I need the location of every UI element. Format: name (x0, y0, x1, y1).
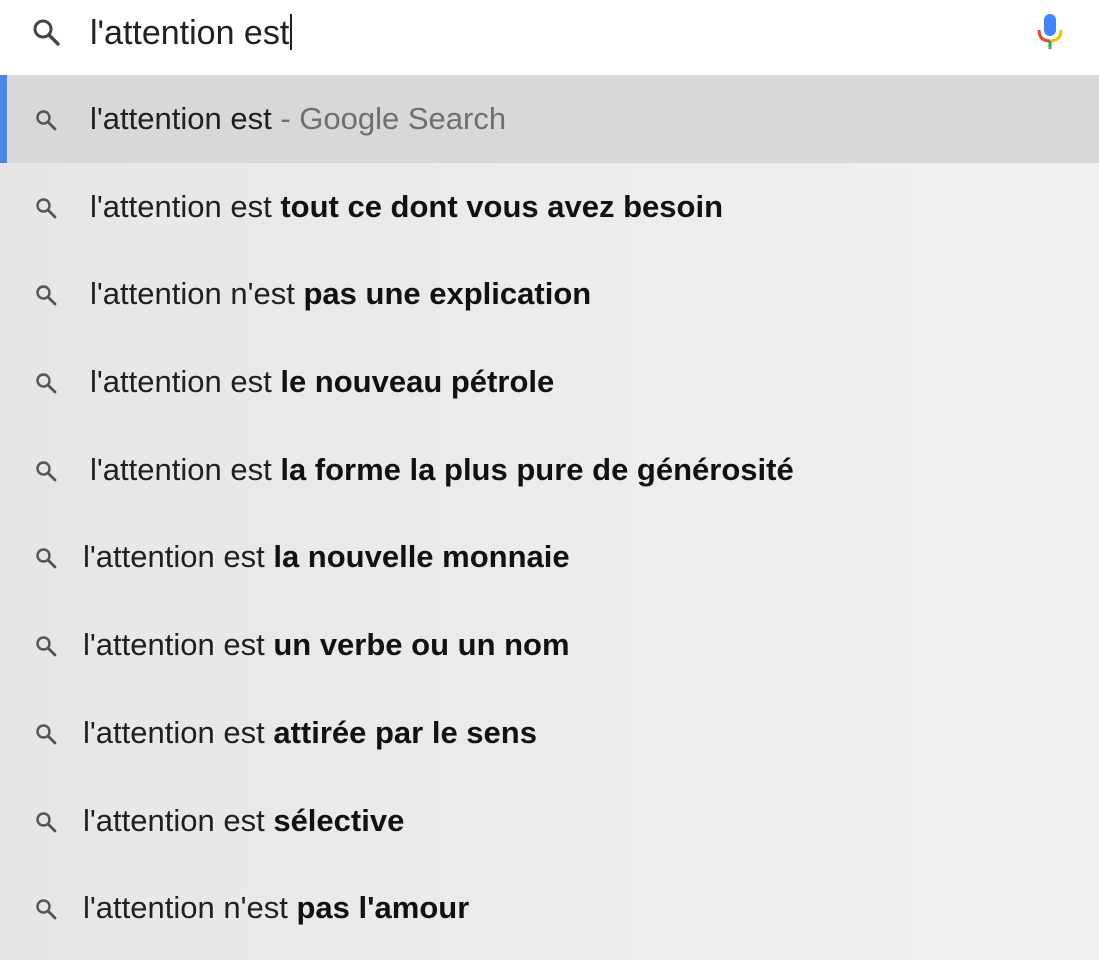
suggestion-item[interactable]: l'attention n'est pas une explication (0, 250, 1099, 338)
suggestion-item[interactable]: l'attention est attirée par le sens (0, 689, 1099, 777)
search-icon (36, 373, 57, 394)
suggestion-text: l'attention n'est pas l'amour (83, 864, 469, 952)
suggestion-text: l'attention est le nouveau pétrole (90, 338, 554, 426)
search-icon[interactable] (31, 17, 61, 47)
suggestion-item[interactable]: l'attention n'est pas l'amour (0, 864, 1099, 952)
suggestion-item[interactable]: l'attention est tout ce dont vous avez b… (0, 163, 1099, 251)
suggestion-suffix: attirée par le sens (273, 714, 537, 750)
suggestion-suffix: pas une explication (303, 276, 592, 312)
suggestion-suffix: - Google Search (280, 101, 507, 136)
suggestion-prefix: l'attention est (90, 364, 272, 400)
suggestion-suffix: un verbe ou un nom (273, 627, 570, 663)
suggestion-prefix: l'attention est (83, 714, 265, 750)
suggestion-item[interactable]: l'attention est le nouveau pétrole (0, 338, 1099, 426)
search-icon (36, 285, 57, 306)
suggestion-prefix: l'attention est (90, 451, 272, 487)
suggestion-item[interactable]: l'attention est sélective (0, 777, 1099, 865)
suggestion-prefix: l'attention est (90, 101, 272, 136)
suggestion-text: l'attention est un verbe ou un nom (83, 601, 570, 689)
suggestion-prefix: l'attention est (83, 539, 265, 575)
search-icon (36, 461, 57, 482)
suggestion-suffix: pas l'amour (296, 890, 470, 926)
suggestion-item[interactable]: l'attention est la nouvelle monnaie (0, 513, 1099, 601)
suggestion-prefix: l'attention est (83, 627, 265, 663)
mic-icon[interactable] (1036, 12, 1064, 52)
search-icon (36, 899, 57, 920)
suggestion-suffix: sélective (273, 802, 405, 838)
suggestion-suffix: le nouveau pétrole (280, 364, 555, 400)
suggestion-prefix: l'attention n'est (90, 276, 295, 312)
suggestion-item[interactable]: l'attention est un verbe ou un nom (0, 601, 1099, 689)
search-input[interactable]: l'attention est (90, 0, 293, 66)
search-icon (36, 197, 57, 219)
suggestion-text: l'attention est attirée par le sens (83, 689, 537, 777)
search-query-text: l'attention est (90, 14, 290, 52)
suggestion-suffix: tout ce dont vous avez besoin (280, 188, 724, 224)
suggestion-text: l'attention est la nouvelle monnaie (83, 513, 570, 601)
suggestion-text: l'attention n'est pas une explication (90, 250, 591, 338)
search-icon (36, 811, 57, 832)
suggestion-prefix: l'attention est (83, 802, 265, 838)
suggestion-text: l'attention est tout ce dont vous avez b… (90, 163, 723, 251)
suggestion-list: l'attention est - Google Search l'attent… (0, 75, 1099, 960)
search-icon (36, 724, 57, 745)
search-bar: l'attention est (0, 0, 1099, 75)
suggestion-prefix: l'attention est (90, 188, 272, 224)
suggestion-text: l'attention est sélective (83, 777, 404, 865)
search-icon (36, 110, 57, 131)
suggestion-prefix: l'attention n'est (83, 890, 288, 926)
suggestion-suffix: la forme la plus pure de générosité (280, 451, 794, 487)
search-icon (36, 548, 57, 569)
suggestion-text: l'attention est - Google Search (90, 75, 506, 163)
suggestion-suffix: la nouvelle monnaie (273, 539, 570, 575)
suggestion-item[interactable]: l'attention est la forme la plus pure de… (0, 426, 1099, 514)
suggestion-item[interactable]: l'attention est - Google Search (0, 75, 1099, 163)
search-icon (36, 636, 57, 657)
text-caret (290, 14, 293, 51)
suggestion-text: l'attention est la forme la plus pure de… (90, 426, 794, 514)
